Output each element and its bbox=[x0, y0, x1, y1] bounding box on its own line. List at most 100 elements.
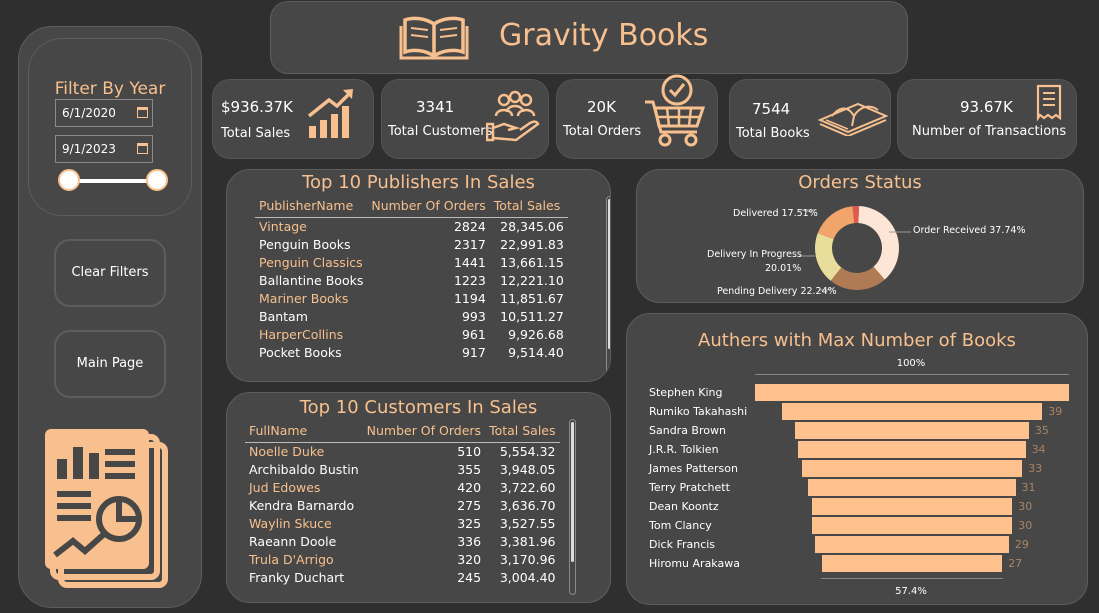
cell-name: Vintage bbox=[259, 219, 307, 235]
filter-title: Filter By Year bbox=[54, 79, 166, 99]
cell-name: Ballantine Books bbox=[259, 273, 364, 288]
funnel-bar[interactable] bbox=[798, 441, 1026, 458]
col-total-sales[interactable]: Total Sales bbox=[485, 423, 560, 443]
customers-title: Top 10 Customers In Sales bbox=[299, 397, 538, 418]
funnel-bar[interactable] bbox=[811, 517, 1013, 534]
kpi-value: 3341 bbox=[416, 98, 455, 116]
table-row[interactable]: HarperCollins 961 9,926.68 bbox=[255, 326, 568, 344]
table-row[interactable]: Trula D'Arrigo 320 3,170.96 bbox=[245, 551, 560, 569]
funnel-bar[interactable] bbox=[795, 422, 1029, 439]
cell-sales: 3,527.55 bbox=[499, 516, 556, 531]
cell-sales: 5,554.32 bbox=[499, 444, 556, 460]
cell-name: Waylin Skuce bbox=[249, 516, 332, 531]
kpi-total-sales: $936.37K Total Sales bbox=[212, 79, 374, 159]
customers-scrollbar[interactable] bbox=[569, 419, 576, 595]
table-row[interactable]: Bantam 993 10,511.27 bbox=[255, 308, 568, 326]
calendar-icon[interactable] bbox=[137, 107, 148, 118]
header: Gravity Books bbox=[270, 1, 908, 74]
cell-sales: 3,381.96 bbox=[499, 534, 556, 549]
cell-orders: 355 bbox=[457, 462, 482, 477]
funnel-bar[interactable] bbox=[781, 403, 1043, 420]
funnel-author-label: Stephen King bbox=[649, 386, 723, 399]
table-row[interactable]: Franky Duchart 245 3,004.40 bbox=[245, 569, 560, 587]
kpi-label: Number of Transactions bbox=[912, 124, 1067, 139]
table-row[interactable]: Waylin Skuce 325 3,527.55 bbox=[245, 515, 560, 533]
table-row[interactable]: Mariner Books 1194 11,851.67 bbox=[255, 290, 568, 308]
cell-orders: 245 bbox=[457, 570, 482, 585]
cell-orders: 1223 bbox=[453, 273, 486, 288]
col-full-name[interactable]: FullName bbox=[245, 423, 363, 443]
table-row[interactable]: Pocket Books 917 9,514.40 bbox=[255, 344, 568, 362]
cell-name: Pocket Books bbox=[259, 345, 342, 360]
funnel-author-label: James Patterson bbox=[649, 462, 738, 475]
cell-orders: 2824 bbox=[453, 219, 486, 235]
publishers-scrollbar[interactable] bbox=[606, 196, 610, 376]
cell-sales: 3,636.70 bbox=[499, 498, 556, 513]
table-row[interactable]: Penguin Classics 1441 13,661.15 bbox=[255, 254, 568, 272]
funnel-value-label: 30 bbox=[1018, 500, 1033, 513]
col-publisher-name[interactable]: PublisherName bbox=[255, 198, 368, 218]
cell-sales: 28,345.06 bbox=[500, 219, 564, 235]
customers-panel: Top 10 Customers In Sales FullName Numbe… bbox=[226, 392, 611, 603]
calendar-icon[interactable] bbox=[137, 143, 148, 154]
table-row[interactable]: Raeann Doole 336 3,381.96 bbox=[245, 533, 560, 551]
cell-sales: 3,722.60 bbox=[499, 480, 556, 495]
kpi-value: $936.37K bbox=[221, 98, 293, 116]
cell-orders: 336 bbox=[457, 534, 482, 549]
cell-orders: 917 bbox=[461, 345, 486, 360]
kpi-label: Total Books bbox=[736, 126, 810, 141]
cell-name: Noelle Duke bbox=[249, 444, 325, 460]
funnel-bar[interactable] bbox=[815, 536, 1009, 553]
table-row[interactable]: Penguin Books 2317 22,991.83 bbox=[255, 236, 568, 254]
funnel-author-label: Dean Koontz bbox=[649, 500, 719, 513]
cell-name: Bantam bbox=[259, 309, 308, 324]
cell-orders: 993 bbox=[461, 309, 486, 324]
table-row[interactable]: Archibaldo Bustin 355 3,948.05 bbox=[245, 461, 560, 479]
table-row[interactable]: Jud Edowes 420 3,722.60 bbox=[245, 479, 560, 497]
table-row[interactable]: Ballantine Books 1223 12,221.10 bbox=[255, 272, 568, 290]
cell-name: Penguin Classics bbox=[259, 255, 363, 270]
customers-hand-icon bbox=[486, 90, 540, 142]
funnel-bottom-line bbox=[821, 578, 1003, 579]
cell-name: Kendra Barnardo bbox=[249, 498, 355, 513]
funnel-value-label: 29 bbox=[1014, 538, 1029, 551]
col-number-of-orders[interactable]: Number Of Orders bbox=[362, 423, 486, 443]
cell-name: Raeann Doole bbox=[249, 534, 337, 549]
cell-orders: 961 bbox=[461, 327, 486, 342]
receipt-icon bbox=[1036, 84, 1062, 122]
table-row[interactable]: Vintage 2824 28,345.06 bbox=[255, 218, 568, 236]
slider-end-handle[interactable] bbox=[146, 169, 168, 191]
end-date-input[interactable]: 9/1/2023 bbox=[55, 135, 153, 163]
kpi-label: Total Customers bbox=[388, 124, 493, 139]
cell-orders: 320 bbox=[457, 552, 482, 567]
col-total-sales[interactable]: Total Sales bbox=[489, 198, 568, 218]
cell-sales: 3,948.05 bbox=[499, 462, 556, 477]
funnel-bar[interactable] bbox=[811, 498, 1013, 515]
table-row[interactable]: Kendra Barnardo 275 3,636.70 bbox=[245, 497, 560, 515]
funnel-bar[interactable] bbox=[808, 479, 1016, 496]
cell-orders: 2317 bbox=[453, 237, 486, 252]
customers-table: FullName Number Of Orders Total Sales No… bbox=[245, 423, 560, 587]
table-row[interactable]: Noelle Duke 510 5,554.32 bbox=[245, 443, 560, 461]
funnel-author-label: Rumiko Takahashi bbox=[649, 405, 748, 418]
kpi-total-customers: 3341 Total Customers bbox=[381, 79, 549, 159]
cell-sales: 9,926.68 bbox=[508, 327, 564, 342]
open-book-icon bbox=[399, 16, 469, 60]
start-date-value: 6/1/2020 bbox=[62, 106, 116, 120]
cell-name: HarperCollins bbox=[259, 327, 344, 342]
cell-sales: 11,851.67 bbox=[500, 291, 564, 306]
funnel-bar[interactable] bbox=[821, 555, 1003, 572]
funnel-bottom-label: 57.4% bbox=[895, 586, 927, 597]
cell-name: Franky Duchart bbox=[249, 570, 345, 585]
slider-start-handle[interactable] bbox=[58, 169, 80, 191]
authors-panel: Authers with Max Number of Books 100% St… bbox=[626, 313, 1088, 605]
col-number-of-orders[interactable]: Number Of Orders bbox=[367, 198, 490, 218]
clear-filters-button[interactable]: Clear Filters bbox=[54, 239, 166, 307]
funnel-bar[interactable] bbox=[801, 460, 1023, 477]
funnel-bar[interactable] bbox=[755, 384, 1069, 401]
funnel-author-label: Sandra Brown bbox=[649, 424, 726, 437]
cell-name: Archibaldo Bustin bbox=[249, 462, 359, 477]
start-date-input[interactable]: 6/1/2020 bbox=[55, 99, 153, 127]
cell-name: Trula D'Arrigo bbox=[249, 552, 334, 567]
main-page-button[interactable]: Main Page bbox=[54, 330, 166, 398]
